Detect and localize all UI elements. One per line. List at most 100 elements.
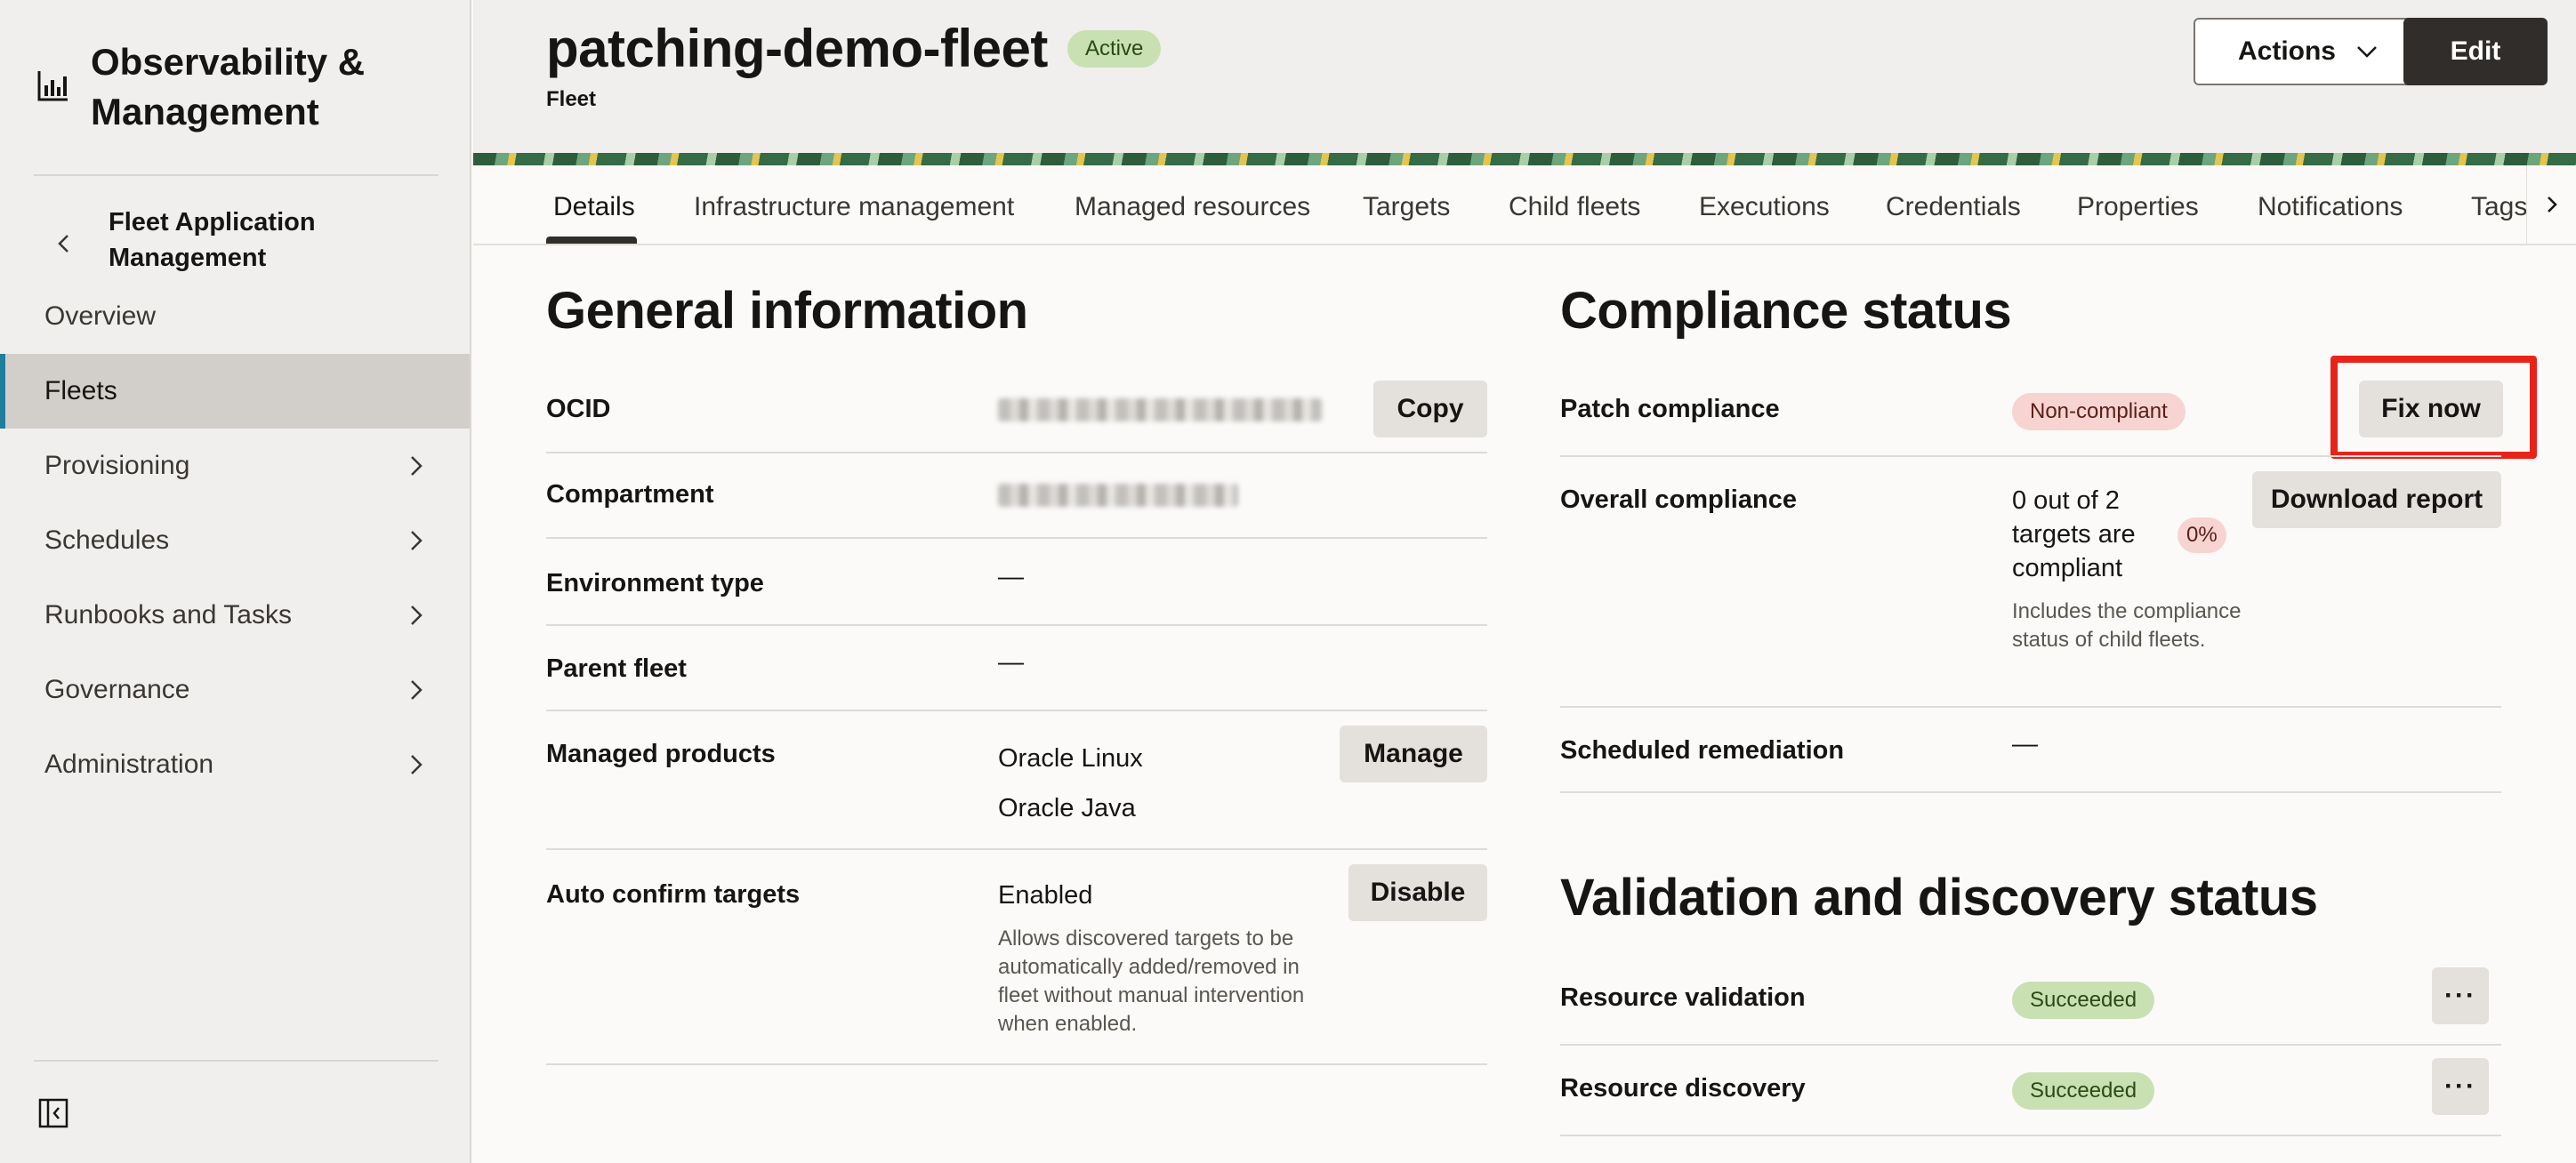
row-divider [546,624,1487,626]
sidebar-item-label: Overview [44,301,157,331]
sidebar-item-label: Runbooks and Tasks [44,600,292,630]
parent-fleet-value: — [998,648,1024,677]
tab-infrastructure-management[interactable]: Infrastructure management [694,192,1014,222]
sidebar-item-label: Governance [44,675,190,704]
general-info-title: General information [546,282,1028,340]
decorative-banner [473,153,2576,165]
chevron-right-icon [411,755,423,774]
row-divider [1560,455,2501,457]
resource-validation-label: Resource validation [1560,983,1806,1012]
sidebar-item-label: Provisioning [44,451,190,480]
tab-scroll-right[interactable] [2526,165,2576,244]
sidebar-item-schedules[interactable]: Schedules [0,503,470,578]
tab-details[interactable]: Details [553,192,635,222]
brand-title: Observability & Management [91,41,366,132]
fix-now-highlight [2330,356,2537,459]
sidebar-divider [34,1060,439,1062]
row-divider [546,848,1487,850]
actions-label: Actions [2237,36,2336,66]
managed-products-label: Managed products [546,740,776,768]
overall-compliance-help: Includes the compliance status of child … [2012,599,2242,652]
chevron-right-icon [411,456,423,476]
resource-discovery-status: Succeeded [2012,1072,2155,1110]
tab-managed-resources[interactable]: Managed resources [1075,192,1310,222]
ocid-value-redacted [998,398,1322,421]
chevron-left-icon [58,235,68,253]
scheduled-remediation-value: — [2012,730,2038,758]
resource-validation-more-button[interactable]: ··· [2432,967,2489,1024]
environment-type-label: Environment type [546,569,764,598]
resource-discovery-label: Resource discovery [1560,1074,1806,1103]
status-badge: Active [1067,30,1162,68]
managed-product-item: Oracle Java [998,794,1136,822]
compartment-value-redacted [998,484,1238,507]
resource-discovery-more-button[interactable]: ··· [2432,1058,2489,1115]
sidebar-divider [34,174,439,176]
sidebar-item-administration[interactable]: Administration [0,727,470,802]
disable-auto-confirm-button[interactable]: Disable [1348,864,1487,921]
tab-tags[interactable]: Tags [2471,192,2527,222]
sidebar-item-label: Administration [44,750,214,779]
back-label: Fleet Application Management [109,208,316,272]
brand[interactable]: Observability & Management [36,37,464,137]
chart-bars-icon [37,71,68,101]
sidebar-collapse-icon[interactable] [37,1097,69,1129]
sidebar-item-governance[interactable]: Governance [0,653,470,727]
scheduled-remediation-label: Scheduled remediation [1560,736,1845,765]
page-title: patching-demo-fleet [546,19,1048,78]
tab-child-fleets[interactable]: Child fleets [1509,192,1640,222]
auto-confirm-value: Enabled [998,881,1093,910]
parent-fleet-label: Parent fleet [546,654,687,683]
chevron-right-icon [411,606,423,625]
sidebar-item-fleets[interactable]: Fleets [0,354,470,429]
resource-validation-status: Succeeded [2012,982,2155,1019]
actions-button[interactable]: Actions [2194,18,2423,85]
ocid-label: OCID [546,395,611,423]
chevron-right-icon [2547,197,2557,213]
managed-product-item: Oracle Linux [998,744,1143,773]
compliance-status-title: Compliance status [1560,282,2012,340]
row-divider [1560,1135,2501,1136]
auto-confirm-label: Auto confirm targets [546,880,801,909]
validation-discovery-title: Validation and discovery status [1560,869,2318,926]
overall-compliance-value: 0 out of 2 targets are compliant [2012,486,2136,582]
row-divider [546,537,1487,539]
manage-products-button[interactable]: Manage [1340,726,1487,782]
sidebar-nav: Overview Fleets Provisioning Schedules R… [0,279,470,802]
sidebar: Observability & Management Fleet Applica… [0,0,471,1163]
tab-targets[interactable]: Targets [1363,192,1450,222]
patch-compliance-label: Patch compliance [1560,395,1780,423]
download-report-button[interactable]: Download report [2252,471,2501,528]
back-to-fleet-app-mgmt[interactable]: Fleet Application Management [53,205,393,276]
page-subtitle: Fleet [546,87,597,111]
active-tab-indicator [546,237,637,244]
sidebar-item-overview[interactable]: Overview [0,279,470,354]
row-divider [1560,706,2501,708]
chevron-right-icon [411,680,423,700]
copy-ocid-button[interactable]: Copy [1373,381,1487,437]
compartment-label: Compartment [546,480,714,509]
row-divider [546,1063,1487,1065]
sidebar-item-provisioning[interactable]: Provisioning [0,429,470,503]
edit-button[interactable]: Edit [2403,18,2548,85]
row-divider [1560,791,2501,793]
tab-executions[interactable]: Executions [1699,192,1830,222]
tab-credentials[interactable]: Credentials [1886,192,2021,222]
row-divider [546,710,1487,711]
auto-confirm-help: Allows discovered targets to be automati… [998,926,1305,1036]
overall-compliance-label: Overall compliance [1560,485,1797,514]
sidebar-item-label: Fleets [44,376,117,405]
sidebar-item-runbooks[interactable]: Runbooks and Tasks [0,578,470,653]
tab-properties[interactable]: Properties [2077,192,2199,222]
overall-compliance-pct-badge: 0% [2178,517,2226,553]
environment-type-value: — [998,563,1024,591]
tab-notifications[interactable]: Notifications [2258,192,2403,222]
row-divider [1560,1044,2501,1046]
patch-compliance-badge: Non-compliant [2012,393,2186,430]
row-divider [546,452,1487,453]
tab-bar: Details Infrastructure management Manage… [473,165,2576,245]
page-header: patching-demo-fleet Active Fleet Actions… [473,0,2576,165]
sidebar-item-label: Schedules [44,525,170,555]
chevron-right-icon [411,531,423,550]
chevron-down-icon [2357,46,2377,58]
